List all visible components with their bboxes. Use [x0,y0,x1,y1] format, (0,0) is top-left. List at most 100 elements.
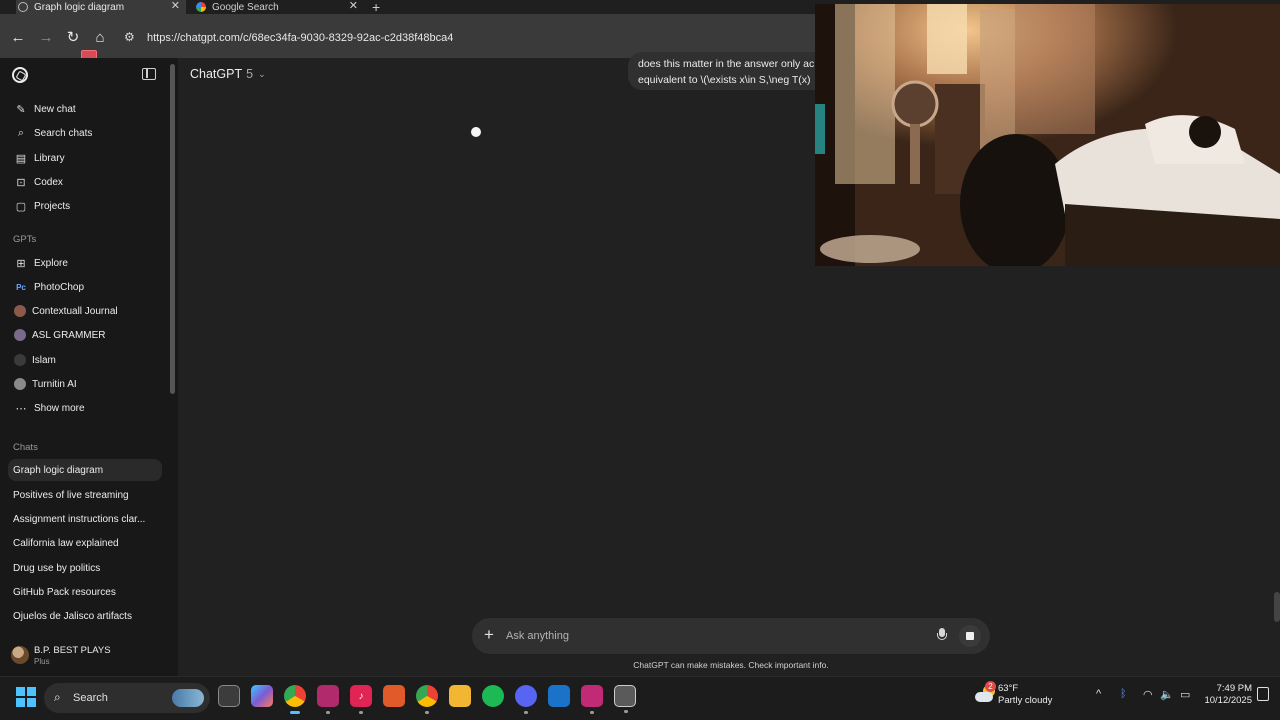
tiktok-icon[interactable]: ♪ [350,685,372,714]
sidebar-item-label: PhotoChop [34,281,85,293]
sidebar-item-label: Turnitin AI [32,378,77,390]
outlook-icon[interactable] [548,685,570,707]
google-favicon-icon [196,2,206,12]
rss-reader-icon[interactable] [383,685,405,707]
sidebar-item-label: ASL GRAMMER [32,329,106,341]
taskbar-search-label: Search [73,692,108,704]
gpt-avatar-icon [14,305,26,317]
webcam-overlay [815,4,1280,266]
main-scrollbar[interactable] [1274,592,1280,622]
sidebar-item-turnitin-ai[interactable]: Turnitin AI [8,373,162,395]
copilot-icon[interactable] [251,685,273,707]
bluetooth-icon[interactable]: ᛒ [1120,688,1127,700]
gpts-heading: GPTs [13,234,37,245]
discord-icon[interactable] [515,685,537,714]
search-icon: ⌕ [17,126,25,139]
sidebar-scrollbar[interactable] [170,64,175,394]
search-icon: ⌕ [54,690,61,704]
add-attachment-button[interactable]: + [484,625,494,645]
tray-overflow-chevron-icon[interactable]: ^ [1096,688,1101,700]
profile-name: B.P. BEST PLAYS [34,645,111,656]
forward-button[interactable]: → [36,28,56,48]
notification-bell-icon[interactable] [1257,687,1269,701]
sidebar-item-new-chat[interactable]: ✎ New chat [8,98,162,120]
terminal-app-icon[interactable] [614,685,636,713]
battery-icon[interactable]: ▭ [1180,688,1190,701]
loading-dot-icon [471,127,481,137]
sidebar-item-library[interactable]: ▤ Library [8,147,162,169]
tab-title: Graph logic diagram [34,1,125,13]
sidebar-item-label: Show more [34,402,85,414]
browser-tab-graph-logic[interactable]: Graph logic diagram ✕ [16,0,186,14]
microphone-icon[interactable] [934,628,950,644]
reload-button[interactable]: ↻ [63,28,83,48]
new-tab-button[interactable]: + [372,0,380,15]
taskbar-search[interactable]: ⌕ Search [44,683,210,713]
sidebar-item-codex[interactable]: ⊡ Codex [8,171,162,193]
tab-close-icon[interactable]: ✕ [349,0,358,13]
chatgpt-favicon-icon [18,2,28,12]
weather-badge: 2 [985,681,996,692]
windows-taskbar: ⌕ Search ♪ 2 63°F Partly cloudy ^ ᛒ ◠ 🔈 … [0,676,1280,720]
sidebar-item-search-chats[interactable]: ⌕ Search chats [8,122,162,144]
start-windows-icon[interactable] [16,687,36,707]
sidebar-item-islam[interactable]: Islam [8,349,162,371]
back-button[interactable]: ← [8,28,28,48]
chrome-profile-icon[interactable] [416,685,438,714]
clock-date[interactable]: 10/12/2025 [1200,695,1252,706]
pink-app-2-icon[interactable] [581,685,603,714]
sidebar-item-contextuall-journal[interactable]: Contextuall Journal [8,300,162,322]
home-button[interactable]: ⌂ [90,28,110,48]
browser-tab-google-search[interactable]: Google Search ✕ [194,0,364,14]
pink-app-icon[interactable] [317,685,339,714]
explore-grid-icon: ⊞ [16,257,26,270]
sidebar-item-label: New chat [34,103,76,115]
site-info-icon[interactable]: ⚙ [124,30,140,46]
chevron-down-icon: ⌄ [258,68,266,79]
sidebar-toggle-icon[interactable] [142,68,156,80]
volume-muted-icon[interactable]: 🔈 [1160,688,1174,701]
weather-temperature[interactable]: 63°F [998,683,1018,694]
folder-icon: ▢ [15,200,27,213]
chat-item[interactable]: GitHub Pack resources [8,581,162,603]
chat-item[interactable]: California law explained [8,532,162,554]
prompt-input[interactable] [506,627,926,645]
chat-item-graph-logic-diagram[interactable]: Graph logic diagram [8,459,162,481]
search-highlight-art-icon [172,689,204,707]
gpt-avatar-icon [14,378,26,390]
model-version: 5 [246,67,254,81]
disclaimer-text: ChatGPT can make mistakes. Check importa… [633,660,829,670]
sidebar-item-asl-grammer[interactable]: ASL GRAMMER [8,324,162,346]
gpt-avatar-icon [14,329,26,341]
webcam-scene-image [815,4,1280,266]
wifi-icon[interactable]: ◠ [1143,688,1153,701]
spotify-icon[interactable] [482,685,504,707]
profile-button[interactable]: B.P. BEST PLAYS Plus [8,640,168,670]
chats-heading: Chats [13,442,38,453]
chat-item[interactable]: Ojuelos de Jalisco artifacts [8,605,162,627]
chat-item[interactable]: Assignment instructions clar... [8,508,162,530]
sidebar-item-photochop[interactable]: Pc PhotoChop [8,276,162,298]
sidebar-item-projects[interactable]: ▢ Projects [8,195,162,217]
file-explorer-icon[interactable] [449,685,471,707]
sidebar-item-explore[interactable]: ⊞ Explore [8,252,162,274]
chrome-icon[interactable] [284,685,306,714]
gpt-avatar-icon [14,354,26,366]
weather-description[interactable]: Partly cloudy [998,695,1052,706]
model-picker[interactable]: ChatGPT 5 ⌄ [190,67,266,81]
clock-time[interactable]: 7:49 PM [1214,683,1252,694]
stop-generating-button[interactable] [959,625,981,647]
sidebar-item-show-more[interactable]: ⋯ Show more [8,397,162,419]
sidebar-item-label: Projects [34,200,71,212]
sidebar-item-label: Islam [32,354,56,366]
chat-item[interactable]: Positives of live streaming [8,484,162,506]
codex-icon: ⊡ [16,176,26,189]
address-bar-url[interactable]: https://chatgpt.com/c/68ec34fa-9030-8329… [147,32,453,44]
more-dots-icon: ⋯ [15,402,27,415]
tab-close-icon[interactable]: ✕ [171,0,180,13]
task-view-icon[interactable] [218,685,240,707]
model-name: ChatGPT [190,67,243,81]
openai-logo-icon[interactable] [12,67,28,83]
chat-item[interactable]: Drug use by politics [8,557,162,579]
library-icon: ▤ [15,152,27,165]
